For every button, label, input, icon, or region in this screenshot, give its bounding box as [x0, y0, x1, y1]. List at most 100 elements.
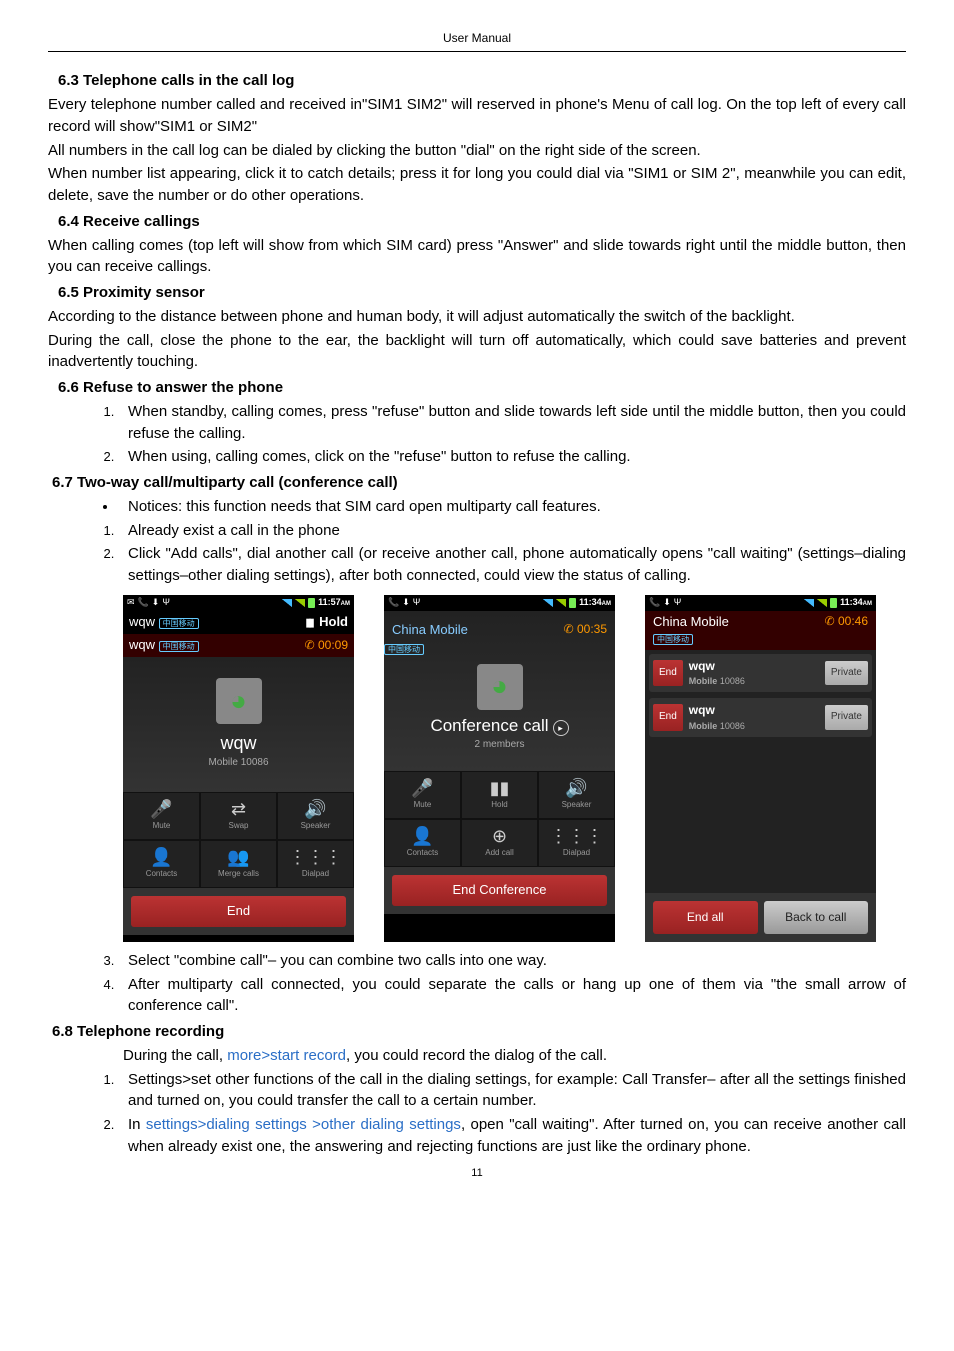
end-call-button[interactable]: End: [131, 896, 346, 927]
end-all-button[interactable]: End all: [653, 901, 758, 934]
message-icon: ✉: [127, 596, 135, 609]
btn-label: Mute: [414, 799, 432, 811]
phone-icon: 📞: [388, 596, 399, 609]
swap-button[interactable]: ⇄Swap: [200, 792, 277, 840]
private-button[interactable]: Private: [825, 661, 868, 686]
btn-label: Contacts: [146, 868, 178, 880]
signal-icon: [804, 599, 814, 607]
speaker-icon: 🔊: [565, 779, 587, 797]
btn-label: Speaker: [301, 820, 331, 832]
phone-icon: 📞: [649, 596, 660, 609]
list-item: In settings>dialing settings >other dial…: [118, 1114, 906, 1158]
party-sub-label: Mobile: [689, 721, 718, 731]
status-am: AM: [863, 601, 872, 607]
download-icon: ⬇: [663, 596, 671, 609]
merge-button[interactable]: 👥Merge calls: [200, 840, 277, 888]
usb-icon: Ψ: [674, 596, 682, 609]
party-number: 10086: [720, 676, 745, 686]
dialpad-button[interactable]: ⋮⋮⋮Dialpad: [538, 819, 615, 867]
body-text: During the call, more>start record, you …: [48, 1045, 906, 1067]
call-button-grid: 🎤Mute ▮▮Hold 🔊Speaker 👤Contacts ⊕ Add cal…: [384, 771, 615, 867]
back-to-call-button[interactable]: Back to call: [764, 901, 869, 934]
party-list: End wqw Mobile 10086 Private End wqw Mob…: [645, 650, 876, 893]
contacts-button[interactable]: 👤Contacts: [384, 819, 461, 867]
list-item-text: When standby, calling comes, press "refu…: [128, 403, 906, 442]
pause-icon: [305, 613, 315, 632]
bullet-6-7: Notices: this function needs that SIM ca…: [48, 496, 906, 518]
section-6-6-title: 6.6 Refuse to answer the phone: [58, 377, 906, 399]
btn-label: Mute: [153, 820, 171, 832]
body-text: When number list appearing, click it to …: [48, 163, 906, 207]
section-6-7-title: 6.7 Two-way call/multiparty call (confer…: [52, 472, 906, 494]
dialpad-button[interactable]: ⋮⋮⋮Dialpad: [277, 840, 354, 888]
end-conference-button[interactable]: End Conference: [392, 875, 607, 906]
header-rule: [48, 51, 906, 52]
btn-label: Swap: [228, 820, 248, 832]
list-item: When using, calling comes, click on the …: [118, 446, 906, 468]
call-header-row-active[interactable]: wqw 中国移动 ✆ 00:09: [123, 634, 354, 657]
speaker-button[interactable]: 🔊Speaker: [277, 792, 354, 840]
list-6-7: Already exist a call in the phone Click …: [48, 520, 906, 587]
link-text: settings>dialing settings >other dialing…: [146, 1116, 461, 1133]
phone-screenshot-a: ✉ 📞 ⬇ Ψ 11:57AM wqw 中国移动 Hold wqw 中国移动 ✆…: [123, 595, 354, 942]
body-text: According to the distance between phone …: [48, 306, 906, 328]
section-6-8-title: 6.8 Telephone recording: [52, 1021, 906, 1043]
avatar-icon: ◕: [216, 678, 262, 724]
battery-icon: [569, 598, 576, 608]
conference-title: Conference call▸: [430, 714, 568, 739]
end-party-button[interactable]: End: [653, 660, 683, 687]
page-number: 11: [48, 1166, 906, 1182]
hold-icon: ▮▮: [490, 779, 510, 797]
status-bar: 📞 ⬇ Ψ 11:34AM: [645, 595, 876, 611]
page-header: User Manual: [48, 30, 906, 47]
status-time: 11:57: [318, 597, 341, 607]
screenshot-row: ✉ 📞 ⬇ Ψ 11:57 AM wqw 中国移动 Hold wqw 中国移动 ✆…: [48, 589, 906, 948]
expand-arrow-icon[interactable]: ▸: [553, 720, 569, 736]
status-time: 11:34: [579, 597, 602, 607]
avatar-area: ◕ wqw Mobile 10086: [123, 657, 354, 792]
contacts-icon: 👤: [150, 848, 172, 866]
body-text: When calling comes (top left will show f…: [48, 235, 906, 279]
mute-button[interactable]: 🎤 Mute: [123, 792, 200, 840]
list-item-text: Already exist a call in the phone: [128, 522, 340, 539]
btn-label: Dialpad: [302, 868, 329, 880]
end-party-button[interactable]: End: [653, 704, 683, 731]
signal-icon: [817, 599, 827, 607]
mute-icon: 🎤: [150, 800, 172, 818]
list-item-text: After multiparty call connected, you cou…: [128, 976, 906, 1015]
carrier-label: China Mobile: [392, 621, 468, 640]
party-info: wqw Mobile 10086: [689, 702, 819, 732]
list-item: Click "Add calls", dial another call (or…: [118, 543, 906, 587]
mute-button[interactable]: 🎤Mute: [384, 771, 461, 819]
call-duration: 00:46: [838, 614, 868, 628]
list-item: Select "combine call"– you can combine t…: [118, 950, 906, 972]
phone-icon: 📞: [138, 596, 149, 609]
add-icon: ⊕: [492, 827, 507, 845]
call-header-row[interactable]: wqw 中国移动 Hold: [123, 611, 354, 634]
private-button[interactable]: Private: [825, 705, 868, 730]
body-text: During the call, close the phone to the …: [48, 330, 906, 374]
download-icon: ⬇: [402, 596, 410, 609]
speaker-button[interactable]: 🔊Speaker: [538, 771, 615, 819]
party-name: wqw: [689, 658, 819, 675]
usb-icon: Ψ: [162, 596, 170, 609]
list-item-text: Select "combine call"– you can combine t…: [128, 952, 547, 969]
list-item-text: Settings>set other functions of the call…: [128, 1071, 906, 1110]
list-6-6: When standby, calling comes, press "refu…: [48, 401, 906, 468]
battery-icon: [308, 598, 315, 608]
list-item: Settings>set other functions of the call…: [118, 1069, 906, 1113]
btn-label: Add call: [485, 847, 513, 859]
list-6-8: Settings>set other functions of the call…: [48, 1069, 906, 1158]
sim-tag: 中国移动: [159, 618, 199, 629]
sim-tag: 中国移动: [159, 641, 199, 652]
signal-icon: [543, 599, 553, 607]
hold-button[interactable]: ▮▮Hold: [461, 771, 538, 819]
list-item: When standby, calling comes, press "refu…: [118, 401, 906, 445]
add-call-button[interactable]: ⊕ Add call: [461, 819, 538, 867]
status-bar: 📞 ⬇ Ψ 11:34AM: [384, 595, 615, 611]
link-text: more>start record: [227, 1047, 346, 1064]
contacts-button[interactable]: 👤 Contacts: [123, 840, 200, 888]
status-time: 11:34: [840, 597, 863, 607]
end-bar: End Conference: [384, 867, 615, 914]
usb-icon: Ψ: [413, 596, 421, 609]
